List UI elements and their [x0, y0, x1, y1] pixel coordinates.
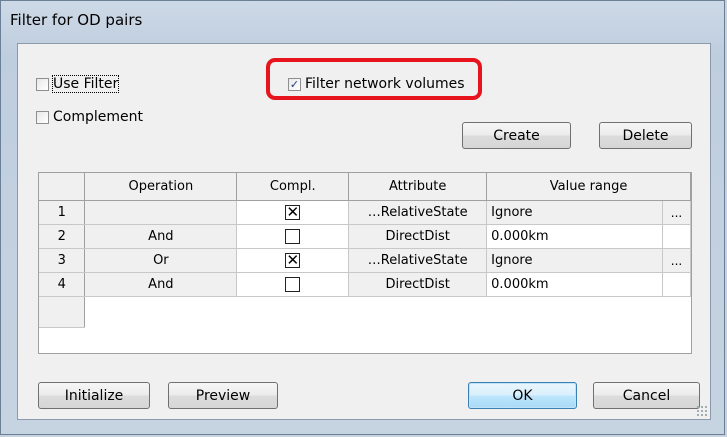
compl-cell[interactable]: ✕ [236, 248, 350, 273]
create-button[interactable]: Create [462, 122, 571, 149]
operation-cell[interactable]: And [84, 272, 238, 297]
filter-dialog-window: Filter for OD pairs Use Filter Complemen… [0, 0, 725, 435]
value-range-ellipsis-button[interactable]: ... [662, 248, 691, 273]
value-range-cell[interactable]: Ignore [486, 200, 663, 225]
compl-checkbox-checked[interactable]: ✕ [285, 253, 301, 268]
value-range-ellipsis-button[interactable]: ... [662, 200, 691, 225]
use-filter-checkbox[interactable] [36, 77, 49, 91]
column-header-value-range[interactable]: Value range [486, 173, 691, 201]
operation-cell[interactable]: And [84, 224, 238, 249]
compl-cell[interactable]: ✕ [236, 200, 350, 225]
filter-network-volumes-option[interactable]: ✓ Filter network volumes [288, 76, 465, 92]
filter-conditions-grid: Operation Compl. Attribute Value range 1… [38, 172, 692, 354]
title-bar[interactable]: Filter for OD pairs [1, 1, 724, 43]
use-filter-option[interactable]: Use Filter [36, 75, 120, 93]
dialog-title: Filter for OD pairs [10, 11, 143, 29]
value-range-cell[interactable]: 0.000km [486, 224, 663, 249]
filter-table: Operation Compl. Attribute Value range 1… [39, 173, 691, 328]
compl-checkbox-unchecked[interactable] [285, 277, 301, 292]
column-header-compl[interactable]: Compl. [236, 173, 350, 201]
filter-network-volumes-checkbox[interactable]: ✓ [288, 77, 301, 91]
filter-network-volumes-label[interactable]: Filter network volumes [305, 76, 465, 92]
value-range-empty-cell [662, 224, 691, 249]
value-range-cell[interactable]: Ignore [486, 248, 663, 273]
row-number[interactable]: 1 [39, 200, 86, 225]
column-header-operation[interactable]: Operation [84, 173, 238, 201]
corner-header [39, 173, 86, 201]
table-header-row: Operation Compl. Attribute Value range [39, 173, 691, 201]
row-number[interactable]: 3 [39, 248, 86, 273]
compl-checkbox-checked[interactable]: ✕ [285, 205, 301, 220]
compl-cell[interactable] [236, 272, 350, 297]
initialize-button[interactable]: Initialize [38, 382, 150, 409]
delete-button[interactable]: Delete [599, 122, 692, 149]
cancel-button[interactable]: Cancel [593, 382, 700, 409]
table-row[interactable]: 4 And DirectDist 0.000km [39, 272, 691, 297]
ok-button[interactable]: OK [468, 382, 577, 409]
attribute-cell[interactable]: …RelativeState [348, 200, 488, 225]
operation-cell[interactable]: Or [84, 248, 238, 273]
complement-label[interactable]: Complement [53, 109, 143, 125]
operation-cell[interactable] [84, 200, 238, 225]
row-number[interactable]: 4 [39, 272, 86, 297]
empty-row-area [84, 296, 691, 328]
column-header-attribute[interactable]: Attribute [348, 173, 488, 201]
row-number-empty[interactable] [39, 296, 86, 328]
attribute-cell[interactable]: …RelativeState [348, 248, 488, 273]
complement-checkbox[interactable] [36, 110, 49, 124]
attribute-cell[interactable]: DirectDist [348, 272, 488, 297]
attribute-cell[interactable]: DirectDist [348, 224, 488, 249]
compl-checkbox-unchecked[interactable] [285, 229, 301, 244]
value-range-cell[interactable]: 0.000km [486, 272, 663, 297]
resize-grip-icon[interactable] [696, 405, 708, 417]
preview-button[interactable]: Preview [168, 382, 278, 409]
use-filter-label[interactable]: Use Filter [51, 75, 120, 93]
row-number[interactable]: 2 [39, 224, 86, 249]
complement-option[interactable]: Complement [36, 109, 143, 125]
empty-new-row[interactable] [39, 296, 691, 328]
compl-cell[interactable] [236, 224, 350, 249]
table-row[interactable]: 1 ✕ …RelativeState Ignore ... [39, 200, 691, 225]
table-row[interactable]: 3 Or ✕ …RelativeState Ignore ... [39, 248, 691, 273]
value-range-empty-cell [662, 272, 691, 297]
table-row[interactable]: 2 And DirectDist 0.000km [39, 224, 691, 249]
dialog-body: Use Filter Complement ✓ Filter network v… [17, 43, 711, 420]
